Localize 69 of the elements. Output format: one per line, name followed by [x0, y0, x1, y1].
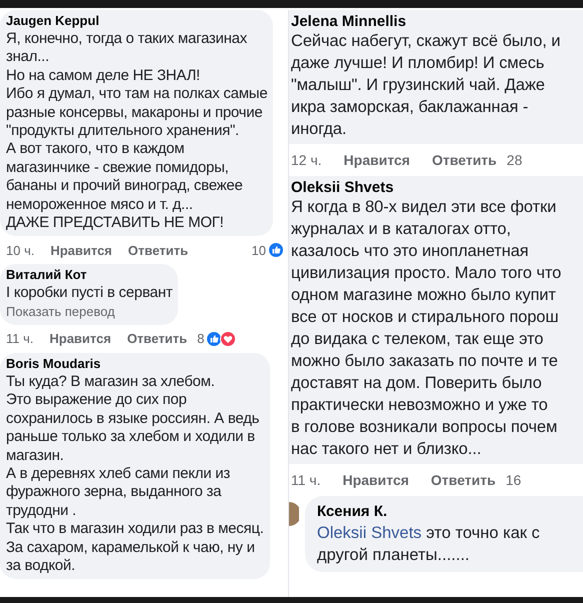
- comment-line: немороженное мясо и т. д...: [6, 196, 194, 214]
- comment-line: цивилизация просто. Мало того что: [291, 263, 562, 284]
- comment-line: Я когда в 80-х видел эти все фотки: [291, 197, 558, 218]
- comment-line: Это выражение до сих пор: [6, 391, 188, 410]
- reaction-count: 16: [506, 470, 522, 490]
- comment-line: трудодни .: [6, 502, 78, 520]
- comment-line: иногда.: [291, 119, 348, 140]
- comment-line: сохранилось в языке россиян. А ведь: [6, 410, 260, 428]
- comment-line: до видака с телеком, так еще это: [291, 329, 544, 350]
- comment-line: это точно как с: [426, 524, 540, 542]
- comment-line: икра заморская, баклажанная -: [291, 97, 530, 118]
- comment-line: "малыш". И грузинский чай. Даже: [291, 75, 546, 96]
- comment-time: 11 ч.: [6, 330, 34, 348]
- comment-line: фуражного зерна, выданного за: [6, 483, 222, 502]
- like-link[interactable]: Нравится: [342, 470, 409, 490]
- reaction-count: 28: [506, 150, 522, 170]
- comment-line: Сейчас набегут, скажут всё было, и: [291, 31, 562, 52]
- comment-line: даже лучше! И пломбир! И смесь: [291, 53, 546, 74]
- comment-author[interactable]: Oleksii Shvets: [291, 180, 583, 196]
- comment-line: Я, конечно, тогда о таких магазинах: [6, 30, 248, 48]
- comment-author[interactable]: Виталий Кот: [6, 266, 172, 284]
- comment-line: другой планеты.......: [317, 545, 470, 566]
- comment-line: А в деревнях хлеб сами пекли из: [6, 464, 232, 484]
- reply-link[interactable]: Ответить: [127, 329, 188, 349]
- comment-time: 10 ч.: [6, 242, 34, 260]
- comment-line: "продукты длительного хранения".: [6, 122, 240, 140]
- comment-line: знал...: [6, 48, 50, 67]
- translate-link[interactable]: Показать перевод: [6, 302, 172, 321]
- comment-line: казалось что это инопланетная: [291, 241, 530, 262]
- mention-link[interactable]: Oleksii Shvets: [317, 524, 422, 542]
- avatar: [289, 502, 299, 526]
- comment-line: Ты куда? В магазин за хлебом.: [6, 372, 216, 392]
- reply-link[interactable]: Ответить: [128, 240, 188, 260]
- comment-line: магазин.: [6, 446, 65, 465]
- comment-line: за водкой.: [6, 556, 76, 576]
- comment-line: в голове возникали вопросы почем: [291, 417, 558, 438]
- comment-author[interactable]: Jaugen Keppul: [6, 12, 268, 30]
- comment-time: 11 ч.: [291, 470, 321, 490]
- comment-line: бананы и прочий виноград, свежее: [6, 177, 244, 196]
- comment-line: доставят на дом. Поверить было: [291, 373, 543, 394]
- reaction-count: 10: [252, 242, 266, 260]
- comment-line: А вот такого, что в каждом: [6, 140, 186, 159]
- comment-line: разные консервы, макароны и прочие: [6, 104, 264, 122]
- comment-line: практически невозможно и уже то: [291, 395, 549, 416]
- like-link[interactable]: Нравится: [344, 150, 410, 170]
- comment-line: Так что в магазин ходили раз в месяц.: [6, 520, 264, 539]
- comment-line: одном магазине можно было купит: [291, 285, 557, 306]
- comment-line: магазинчике - свежие помидоры,: [6, 158, 230, 178]
- reply-link[interactable]: Ответить: [432, 150, 497, 170]
- comment-line: І коробки пусті в сервант: [6, 284, 172, 303]
- reply-link[interactable]: Ответить: [430, 470, 496, 490]
- like-link[interactable]: Нравится: [50, 329, 112, 349]
- comment-line: можно было заказать по почте и те: [291, 351, 559, 372]
- comment-author[interactable]: Jelena Minnellis: [291, 14, 583, 30]
- comment-line: нас такого нет и близко...: [291, 439, 482, 460]
- comment-time: 12 ч.: [291, 150, 322, 170]
- comment-line: За сахаром, карамелькой к чаю, ну и: [6, 538, 256, 557]
- comment-line: раньше только за хлебом и ходили в: [6, 428, 256, 446]
- comment-author[interactable]: Ксения К.: [317, 502, 579, 522]
- comment-line: Ибо я думал, что там на полках самые: [6, 85, 268, 104]
- thumbs-up-icon: [268, 242, 284, 258]
- reaction-count: 8: [197, 330, 204, 348]
- comment-line: Но на самом деле НЕ ЗНАЛ!: [6, 66, 201, 86]
- comment-author[interactable]: Boris Moudaris: [6, 354, 264, 373]
- like-link[interactable]: Нравится: [50, 240, 112, 260]
- comment-line: все от носков и стирального порош: [291, 307, 560, 328]
- comment-line: ДАЖЕ ПРЕДСТАВИТЬ НЕ МОГ!: [6, 214, 225, 232]
- comment-line: журналах и в каталогах отто,: [291, 219, 512, 240]
- thumbs-up-icon: [206, 330, 222, 347]
